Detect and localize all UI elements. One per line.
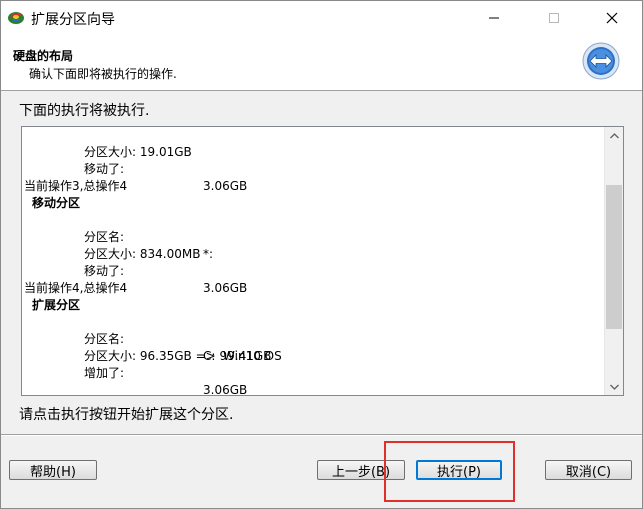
log-value: *: [203, 247, 214, 261]
log-row: 分区大小: 834.00MB [22, 229, 200, 261]
minimize-button[interactable] [471, 1, 517, 34]
log-value: 3.06GB [203, 281, 248, 295]
chevron-down-icon [609, 384, 619, 390]
log-label: 分区名: [84, 332, 125, 346]
log-row: 分区大小: 96.35GB => 99.41GB [22, 331, 271, 363]
footer-divider [1, 434, 642, 436]
log-row: 增加了: 3.06GB [22, 348, 247, 395]
chevron-up-icon [609, 132, 619, 138]
log-row: 移动了: 3.06GB [22, 144, 247, 193]
log-label: 分区名: [84, 230, 125, 244]
app-disk-icon [8, 12, 24, 24]
intro-text: 下面的执行将被执行. [19, 103, 150, 119]
log-row: 分区名: C: Win10 OS [22, 314, 282, 363]
header-subtitle: 确认下面即将被执行的操作. [29, 67, 177, 81]
log-row: 移动了: 3.06GB [22, 246, 247, 295]
log-value: 3.06GB [203, 179, 248, 193]
log-row: 分区大小: 19.01GB [22, 127, 192, 159]
title-bar[interactable]: 扩展分区向导 [1, 1, 642, 34]
hint-text: 请点击执行按钮开始扩展这个分区. [19, 407, 234, 423]
log-label: 移动了: [84, 162, 125, 176]
log-label: 分区大小: 19.01GB [84, 145, 192, 159]
log-value: 3.06GB [203, 383, 248, 395]
log-scrollbar[interactable] [604, 127, 623, 395]
maximize-button[interactable] [531, 1, 577, 34]
window-title: 扩展分区向导 [31, 12, 115, 28]
maximize-icon [549, 12, 559, 23]
execute-button[interactable]: 执行(P) [416, 460, 502, 480]
back-button[interactable]: 上一步(B) [317, 460, 405, 480]
minimize-icon [489, 17, 499, 18]
log-label: 增加了: [84, 366, 125, 380]
close-button[interactable] [589, 1, 635, 34]
help-button[interactable]: 帮助(H) [9, 460, 97, 480]
scroll-up-button[interactable] [605, 127, 623, 144]
close-icon [606, 12, 618, 23]
wizard-window: 扩展分区向导 硬盘的布局 确认下面即将被执行的操作. 下面的执行将被执行. 分区… [0, 0, 643, 509]
log-op-action: 扩展分区 [32, 298, 81, 312]
log-label: 分区大小: 834.00MB [84, 247, 201, 261]
cancel-button[interactable]: 取消(C) [545, 460, 632, 480]
log-content: 分区大小: 19.01GB 移动了: 3.06GB 当前操作3,总操作4 移动分… [22, 127, 604, 395]
wizard-header: 硬盘的布局 确认下面即将被执行的操作. [1, 34, 642, 91]
scroll-thumb[interactable] [606, 184, 622, 329]
log-op-heading: 当前操作4,总操作4 [24, 281, 128, 295]
log-op-action: 移动分区 [32, 196, 81, 210]
log-label: 分区大小: 96.35GB => 99.41GB [84, 349, 272, 363]
log-row: 分区名: *: [22, 212, 213, 261]
log-op-heading: 当前操作3,总操作4 [24, 179, 128, 193]
operations-log[interactable]: 分区大小: 19.01GB 移动了: 3.06GB 当前操作3,总操作4 移动分… [21, 126, 624, 396]
scroll-down-button[interactable] [605, 378, 623, 395]
wizard-arrows-icon [582, 42, 620, 80]
log-label: 移动了: [84, 264, 125, 278]
header-title: 硬盘的布局 [13, 49, 74, 63]
